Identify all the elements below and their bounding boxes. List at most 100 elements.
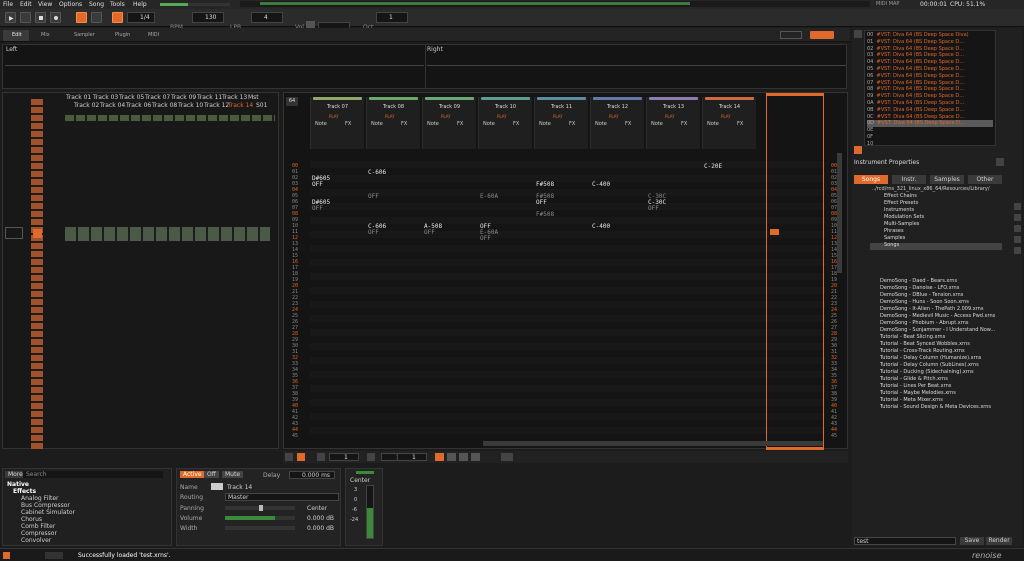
song-file-item[interactable]: Tutorial - Sound Design & Meta Devices.x… [880, 404, 991, 410]
menu-file[interactable]: File [3, 1, 13, 8]
delay-field[interactable]: 0.000 ms [289, 471, 335, 479]
horizontal-scrollbar[interactable] [483, 441, 823, 446]
note-column-label[interactable]: Note [651, 121, 663, 127]
fx-column-label[interactable]: FX [345, 121, 351, 127]
track-name-field[interactable]: Track 14 [227, 484, 252, 491]
stop-button[interactable] [35, 12, 46, 23]
note-cell[interactable]: OFF [424, 229, 435, 236]
edit-step-button[interactable] [112, 12, 123, 23]
render-button[interactable]: Render [986, 537, 1012, 545]
loop-play-button[interactable] [20, 12, 31, 23]
note-cell[interactable]: OFF [368, 193, 379, 200]
home-icon[interactable] [1014, 214, 1021, 221]
song-file-item[interactable]: DemoSong - Daed - Bears.xrns [880, 278, 957, 284]
instrument-slot[interactable]: 0D #VST: Diva 64 (BS Deep Space D... [867, 120, 993, 128]
track-header[interactable]: Track 10 [178, 102, 203, 109]
fx-column-label[interactable]: FX [513, 121, 519, 127]
note-cell[interactable]: OFF [648, 205, 659, 212]
track-header[interactable]: Track 12 [204, 102, 229, 109]
pattern-field[interactable]: 1 [329, 453, 359, 461]
track-header-1[interactable]: Track 07 PLAY Note FX [310, 97, 364, 149]
note-cell[interactable]: C-606 [368, 169, 386, 176]
song-file-item[interactable]: Tutorial - Delay Column (SubLines).xrns [880, 362, 979, 368]
song-file-item[interactable]: DemoSong - Sunjammer - I Understand Now.… [880, 327, 995, 333]
track-header[interactable]: Track 13 [222, 94, 247, 101]
width-slider[interactable] [225, 526, 295, 530]
mute-toggle[interactable]: Mute [222, 471, 244, 478]
pan-column-toggle[interactable] [447, 453, 456, 461]
browser-item[interactable]: Convolver [21, 537, 51, 544]
browser-group[interactable]: Effects [13, 488, 36, 495]
note-column-label[interactable]: Note [483, 121, 495, 127]
scope-toggle[interactable] [780, 31, 802, 39]
folder-item[interactable]: Phrases [884, 228, 904, 234]
fx-column-label[interactable]: FX [737, 121, 743, 127]
track-header[interactable]: Track 09 [171, 94, 196, 101]
fx-column-toggle[interactable] [471, 453, 480, 461]
track-color-swatch[interactable] [211, 483, 223, 490]
note-cell[interactable]: C-400 [592, 181, 610, 188]
track-header[interactable]: Track 06 [126, 102, 151, 109]
play-button[interactable]: ▶ [5, 12, 16, 23]
track-header[interactable]: Track 05 [119, 94, 144, 101]
browser-item[interactable]: Compressor [21, 530, 57, 537]
browser-item[interactable]: Cabinet Simulator [21, 509, 75, 516]
note-cell[interactable]: F#508 [536, 211, 554, 218]
browser-item[interactable]: Bus Compressor [21, 502, 70, 509]
menu-view[interactable]: View [38, 1, 52, 8]
routing-select[interactable]: Master [225, 493, 339, 501]
song-file-item[interactable]: DemoSong - Medievil Music - Access Pwd.x… [880, 313, 995, 319]
volume-fader[interactable] [366, 485, 374, 539]
edit-cursor[interactable] [770, 229, 779, 235]
folder-item[interactable]: Songs [884, 242, 899, 248]
refresh-icon[interactable] [1014, 236, 1021, 243]
song-file-item[interactable]: DemoSong - Huns - Soon Soon.xrns [880, 299, 969, 305]
tab-mix[interactable]: Mix [32, 30, 56, 41]
edit-mode-button[interactable] [76, 12, 87, 23]
note-cell[interactable]: OFF [536, 199, 547, 206]
folder-item[interactable]: Multi-Samples [884, 221, 919, 227]
track-header-2[interactable]: Track 08 PLAY Note FX [366, 97, 420, 149]
track-header-3[interactable]: Track 09 PLAY Note FX [422, 97, 476, 149]
track-header[interactable]: Track 08 [152, 102, 177, 109]
track-header[interactable]: Track 04 [100, 102, 125, 109]
favorite-icon[interactable] [1014, 203, 1021, 210]
song-file-item[interactable]: Tutorial - Meta Mixer.xrns [880, 397, 943, 403]
track-header-7[interactable]: Track 13 PLAY Note FX [646, 97, 700, 149]
note-column-label[interactable]: Note [539, 121, 551, 127]
song-file-item[interactable]: Tutorial - Beat Synced Wobbles.xrns [880, 341, 970, 347]
block-loop-button[interactable] [367, 453, 375, 461]
mute-all-button[interactable] [285, 453, 293, 461]
song-file-item[interactable]: Tutorial - Ducking (Sidechaining).xrns [880, 369, 974, 375]
note-column-label[interactable]: Note [315, 121, 327, 127]
song-file-item[interactable]: Tutorial - Glide & Pitch.xrns [880, 376, 948, 382]
tab-plugin[interactable]: Plugin [106, 30, 134, 41]
track-header[interactable]: Track 02 [74, 102, 99, 109]
note-cell[interactable]: OFF [368, 229, 379, 236]
menu-options[interactable]: Options [59, 1, 82, 8]
track-header[interactable]: Track 01 [66, 94, 91, 101]
track-header[interactable]: S01 [256, 102, 267, 109]
song-file-item[interactable]: DemoSong - It-Alien - ThePath 2.009.xrns [880, 306, 983, 312]
drive-icon[interactable] [1014, 247, 1021, 254]
note-column-label[interactable]: Note [595, 121, 607, 127]
track-mute-row[interactable] [65, 115, 275, 121]
folder-item[interactable]: Effect Chains [884, 193, 917, 199]
follow-button[interactable] [297, 453, 305, 461]
instrument-list[interactable]: 00 #VST: Diva 64 (BS Deep Space Diva) 01 #V… [864, 30, 996, 147]
note-column-label[interactable]: Note [427, 121, 439, 127]
edit-step-field[interactable]: 1/4 [127, 12, 155, 23]
folder-item[interactable]: Modulation Sets [884, 214, 924, 220]
tab-other[interactable]: Other [968, 175, 1002, 184]
browser-item[interactable]: Chorus [21, 516, 42, 523]
loop-pattern-button[interactable] [317, 453, 325, 461]
current-sequence-slot[interactable] [33, 229, 42, 238]
delay-column-toggle[interactable] [459, 453, 468, 461]
fx-column-label[interactable]: FX [625, 121, 631, 127]
track-header-6[interactable]: Track 12 PLAY Note FX [590, 97, 644, 149]
pattern-number[interactable]: 64 [286, 97, 298, 106]
pattern-sequencer[interactable] [31, 99, 43, 449]
browser-root[interactable]: Native [7, 481, 29, 488]
menu-help[interactable]: Help [133, 1, 147, 8]
note-cell[interactable]: OFF [312, 205, 323, 212]
